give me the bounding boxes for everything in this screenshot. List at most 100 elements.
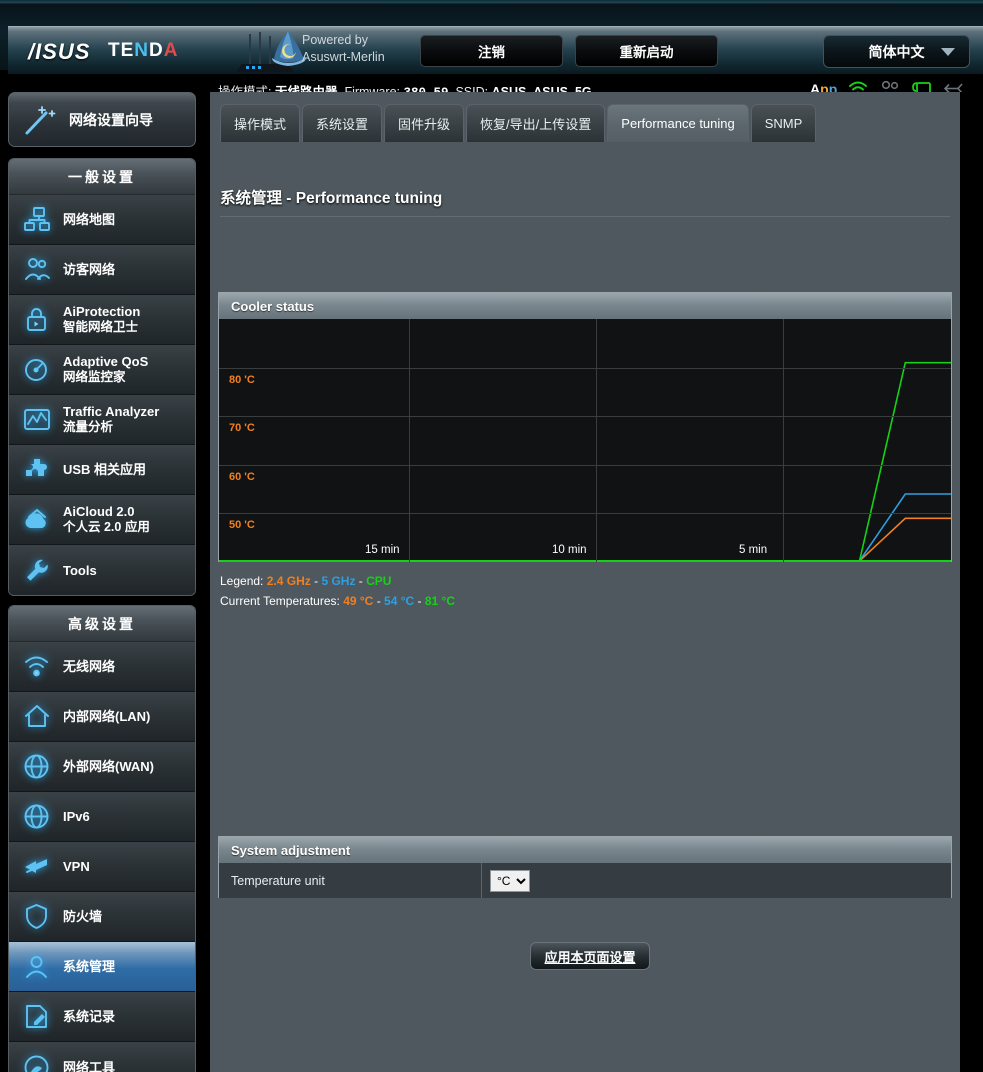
traffic-icon — [23, 409, 50, 430]
sidebar-item-1[interactable]: 无线网络 — [9, 642, 195, 692]
sidebar-item-label: Adaptive QoS 网络监控家 — [63, 354, 148, 385]
chart-lines — [219, 361, 951, 562]
sidebar-item-2[interactable]: 内部网络(LAN) — [9, 692, 195, 742]
sidebar-item-label: 防火墙 — [63, 909, 102, 924]
sidebar-item-label: 网络地图 — [63, 212, 115, 227]
sidebar-item-3[interactable]: AiProtection 智能网络卫士 — [9, 295, 195, 345]
sidebar-item-label-line1: 系统记录 — [63, 1009, 116, 1024]
sidebar-item-icon — [9, 692, 63, 742]
current-temp-5ghz: 54 °C — [384, 594, 415, 608]
temperature-chart: 50 'C 60 'C 70 'C 80 'C 15 min 10 min 5 min — [219, 319, 951, 562]
sidebar-item-label: 系统管理 — [63, 959, 115, 974]
sidebar-item-4[interactable]: IPv6 — [9, 792, 195, 842]
sidebar-item-label: AiProtection 智能网络卫士 — [63, 304, 140, 335]
sidebar-item-label: AiCloud 2.0 个人云 2.0 应用 — [63, 504, 150, 535]
sidebar-item-5[interactable]: Traffic Analyzer 流量分析 — [9, 395, 195, 445]
sidebar-item-icon — [9, 545, 63, 595]
sidebar-item-label: 外部网络(WAN) — [63, 759, 154, 774]
sidebar-item-label-line1: AiProtection — [63, 304, 141, 319]
content-panel: 系统管理 - Performance tuning Cooler status … — [210, 142, 960, 1072]
sidebar-item-icon — [9, 195, 63, 245]
chart-ytick-label: 70 'C — [229, 422, 255, 434]
logout-button[interactable]: 注销 — [420, 35, 563, 67]
sidebar-group-general-header: 一般设置 — [9, 159, 195, 195]
chart-vgridline — [409, 319, 410, 562]
sidebar-item-icon — [9, 295, 63, 345]
header-banner: /ISUS TENDA Powered by Asuswrt-Merlin 注销… — [0, 4, 983, 74]
cooler-status-title: Cooler status — [219, 293, 951, 319]
sidebar-item-icon — [9, 245, 63, 295]
sidebar-item-label: USB 相关应用 — [63, 462, 146, 477]
sidebar-item-7[interactable]: 系统管理 — [9, 942, 195, 992]
tab-5[interactable]: Performance tuning — [607, 104, 749, 142]
sidebar-item-8[interactable]: 系统记录 — [9, 992, 195, 1042]
tab-bar: 操作模式 系统设置 固件升级 恢复/导出/上传设置 Performance tuning… — [210, 92, 818, 142]
sidebar-group-general: 一般设置 网络地图访客网络 AiProtection 智能网络卫士 Adaptive … — [8, 158, 196, 596]
sidebar-item-icon — [9, 1042, 63, 1072]
sidebar-group-advanced-header: 高级设置 — [9, 606, 195, 642]
sidebar-item-label-line1: USB 相关应用 — [63, 462, 147, 477]
sidebar-item-label: VPN — [63, 859, 90, 874]
current-temp-24ghz: 49 °C — [343, 594, 374, 608]
sidebar-item-label-line1: 网络工具 — [63, 1059, 116, 1072]
brand-part-2: N — [134, 40, 150, 61]
sidebar-item-7[interactable]: AiCloud 2.0 个人云 2.0 应用 — [9, 495, 195, 545]
sidebar-item-label-line1: 外部网络(WAN) — [63, 759, 154, 774]
chart-hgridline — [219, 368, 951, 369]
legend-sep-1: - — [314, 574, 319, 588]
sidebar-item-1[interactable]: 网络地图 — [9, 195, 195, 245]
sidebar-item-label: 网络设置向导 — [69, 111, 153, 128]
powered-by-line2: Asuswrt-Merlin — [302, 50, 385, 64]
sidebar-item-9[interactable]: 网络工具 — [9, 1042, 195, 1072]
system-adjustment-title: System adjustment — [219, 837, 951, 863]
language-selector[interactable]: 简体中文 — [823, 35, 970, 68]
sidebar-item-label: 内部网络(LAN) — [63, 709, 150, 724]
chart-xtick-label: 15 min — [365, 544, 400, 556]
sidebar-item-label-line1: Tools — [63, 562, 97, 578]
chart-xtick-label: 10 min — [552, 544, 587, 556]
reboot-button[interactable]: 重新启动 — [575, 35, 718, 67]
powered-by-text: Powered by Asuswrt-Merlin — [302, 32, 385, 66]
tab-3[interactable]: 固件升级 — [384, 104, 465, 142]
sidebar-item-label-line1: 防火墙 — [63, 909, 103, 924]
temperature-unit-row: Temperature unit °C°F — [219, 863, 951, 898]
asus-logo: /ISUS — [28, 39, 91, 64]
sidebar-item-6[interactable]: USB 相关应用 — [9, 445, 195, 495]
sidebar-item-2[interactable]: 访客网络 — [9, 245, 195, 295]
chart-hgridline — [219, 465, 951, 466]
sidebar-item-network-wizard[interactable]: 网络设置向导 — [8, 92, 196, 147]
tab-2[interactable]: 系统设置 — [302, 104, 383, 142]
sidebar-item-6[interactable]: 防火墙 — [9, 892, 195, 942]
globe-icon — [24, 754, 48, 779]
tab-4[interactable]: 恢复/导出/上传设置 — [466, 104, 606, 142]
legend-item-5ghz: 5 GHz — [321, 574, 356, 588]
sidebar-item-icon — [9, 495, 63, 545]
temperature-unit-value: °C°F — [482, 863, 951, 898]
tab-1[interactable]: 操作模式 — [220, 104, 301, 142]
sidebar-item-label-line1: 无线网络 — [63, 659, 116, 674]
sidebar-item-icon — [9, 345, 63, 395]
sidebar-item-icon — [9, 642, 63, 692]
sidebar-item-label-line1: 系统管理 — [63, 959, 116, 974]
current-temp-cpu: 81 °C — [424, 594, 456, 608]
sidebar-item-label-line2: 流量分析 — [63, 420, 114, 434]
gauge-icon — [24, 359, 47, 381]
sidebar-item-label: IPv6 — [63, 809, 90, 824]
sidebar-item-label-line2: 智能网络卫士 — [63, 320, 139, 334]
temperature-unit-label: Temperature unit — [219, 863, 482, 898]
sidebar-item-4[interactable]: Adaptive QoS 网络监控家 — [9, 345, 195, 395]
chart-legend: Legend: 2.4 GHz - 5 GHz - CPU — [220, 574, 391, 588]
legend-item-24ghz: 2.4 GHz — [266, 574, 311, 588]
sidebar-item-icon — [9, 992, 63, 1042]
chart-hgridline — [219, 416, 951, 417]
tab-6[interactable]: SNMP — [750, 104, 817, 142]
sidebar-item-label-line1: Traffic Analyzer — [63, 404, 160, 419]
temperature-unit-select[interactable]: °C°F — [490, 869, 530, 892]
log-icon — [25, 1005, 47, 1028]
sidebar-item-8[interactable]: Tools — [9, 545, 195, 595]
apply-button[interactable]: 应用本页面设置 — [530, 942, 650, 970]
sidebar-item-3[interactable]: 外部网络(WAN) — [9, 742, 195, 792]
wrench-icon — [26, 559, 48, 581]
sidebar-item-5[interactable]: VPN — [9, 842, 195, 892]
sidebar-item-label-line1: 访客网络 — [63, 262, 116, 277]
